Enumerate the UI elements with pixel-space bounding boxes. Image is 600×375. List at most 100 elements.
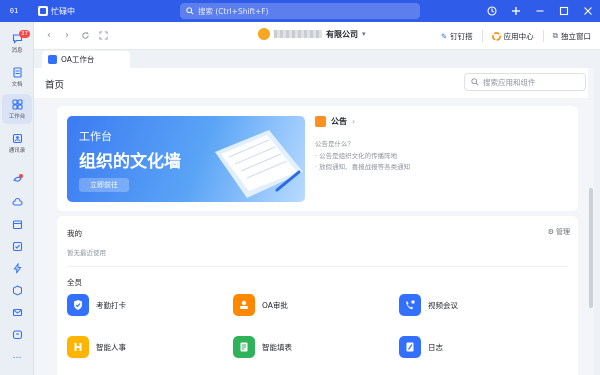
- divider: [542, 30, 544, 42]
- divider: [481, 30, 483, 42]
- detach-window-button[interactable]: ⧉ 独立窗口: [548, 27, 596, 45]
- global-search-placeholder: 搜索 (Ctrl+Shift+F): [198, 6, 269, 16]
- notice-title: 公告: [331, 117, 347, 126]
- divider: [67, 266, 568, 267]
- cloud-icon[interactable]: [11, 196, 23, 208]
- company-name: 有限公司: [326, 29, 358, 39]
- calendar-icon[interactable]: [11, 218, 23, 230]
- rail-item-contacts[interactable]: 通讯录: [2, 128, 32, 158]
- app-video-meeting[interactable]: 视频会议: [399, 294, 458, 316]
- maximize-icon[interactable]: [552, 0, 576, 22]
- refresh-icon[interactable]: [76, 27, 94, 45]
- status-label: 忙碌中: [51, 6, 75, 16]
- app-center-label: 应用中心: [503, 31, 534, 41]
- section-title-mine: 我的: [67, 229, 82, 238]
- app-label: 视频会议: [428, 300, 458, 310]
- app-oa-approval[interactable]: OA审批: [233, 294, 288, 316]
- manage-label: 管理: [556, 228, 570, 236]
- app-center-button[interactable]: 应用中心: [487, 27, 539, 45]
- page-title: 首页: [45, 80, 65, 91]
- more-icon[interactable]: …: [11, 350, 23, 362]
- empty-state: 暂无最近使用: [67, 249, 106, 257]
- unread-badge: 37: [19, 30, 30, 38]
- detach-label: 独立窗口: [561, 31, 591, 41]
- app-attendance[interactable]: 考勤打卡: [67, 294, 126, 316]
- dingdingzhao-button[interactable]: ✎ 钉钉搭: [436, 27, 478, 45]
- rail-label-docs: 文档: [11, 81, 23, 88]
- ding-icon[interactable]: [11, 174, 23, 186]
- add-icon[interactable]: [504, 0, 528, 22]
- apps-card: 我的 ⚙ 管理 暂无最近使用 全员 考勤打卡 OA审批 视频会议 智能人事 智能…: [57, 216, 578, 375]
- fullscreen-icon[interactable]: [94, 27, 112, 45]
- rail-item-workbench[interactable]: 工作台: [2, 94, 32, 124]
- app-label: 日志: [428, 342, 443, 352]
- box-icon[interactable]: [11, 328, 23, 340]
- dingdingzhao-label: 钉钉搭: [450, 31, 473, 41]
- lightning-icon[interactable]: [11, 262, 23, 274]
- oa-icon: [48, 55, 57, 64]
- app-search-placeholder: 搜索应用和组件: [483, 77, 536, 87]
- chevron-right-icon: ›: [352, 117, 356, 126]
- banner-card: 工作台 组织的文化墙 立即前往 公告 › 公告是什么？ · 公告是组织文化的传播…: [57, 106, 578, 211]
- settings-icon: ⚙: [547, 228, 554, 236]
- attendance-icon: [67, 294, 89, 316]
- account-badge[interactable]: 01: [4, 3, 24, 19]
- app-label: 智能人事: [96, 342, 126, 352]
- document-icon: [12, 66, 23, 78]
- company-switcher[interactable]: 有限公司 ▾: [258, 28, 366, 40]
- chevron-down-icon: ▾: [362, 30, 366, 38]
- tab-strip: OA工作台: [34, 50, 600, 68]
- app-smart-hr[interactable]: 智能人事: [67, 336, 126, 358]
- builder-icon: ✎: [440, 31, 448, 41]
- app-label: OA审批: [262, 300, 288, 310]
- video-call-icon: [399, 294, 421, 316]
- scrollbar[interactable]: [588, 68, 594, 375]
- megaphone-icon: [315, 116, 326, 127]
- notebook-illustration: [215, 130, 303, 198]
- search-icon: [471, 78, 479, 86]
- app-search-input[interactable]: 搜索应用和组件: [464, 73, 586, 91]
- rail-label-contacts: 通讯录: [8, 147, 26, 154]
- notice-line: · 放假通知、喜报战报等各类通知: [315, 163, 411, 171]
- app-smart-form[interactable]: 智能填表: [233, 336, 292, 358]
- browser-navbar: ‹ › 有限公司 ▾ ✎ 钉钉搭 应用中心 ⧉ 独立窗口: [34, 22, 600, 50]
- page-header: 首页 搜索应用和组件: [34, 68, 594, 98]
- back-icon[interactable]: ‹: [40, 27, 58, 45]
- culture-banner[interactable]: 工作台 组织的文化墙 立即前往: [67, 116, 305, 202]
- left-rail: 消息 37 文档 工作台 通讯录 …: [0, 22, 34, 375]
- banner-title: 组织的文化墙: [79, 152, 181, 172]
- global-search[interactable]: 搜索 (Ctrl+Shift+F): [180, 3, 420, 19]
- app-journal[interactable]: 日志: [399, 336, 443, 358]
- mail-icon[interactable]: [11, 306, 23, 318]
- main-content: 首页 搜索应用和组件 工作台 组织的文化墙 立即前往 公告 › 公告是什么？ ·…: [34, 68, 594, 375]
- workbench-icon: [11, 98, 23, 110]
- notice-line: 公告是什么？: [315, 140, 354, 148]
- tab-oa-workbench[interactable]: OA工作台: [42, 51, 130, 68]
- history-icon[interactable]: [480, 0, 504, 22]
- journal-icon: [399, 336, 421, 358]
- cube-icon[interactable]: [11, 284, 23, 296]
- app-label: 考勤打卡: [96, 300, 126, 310]
- scrollbar-thumb[interactable]: [589, 188, 593, 308]
- rail-item-messages[interactable]: 消息 37: [2, 28, 32, 58]
- forward-icon[interactable]: ›: [58, 27, 76, 45]
- minimize-icon[interactable]: [528, 0, 552, 22]
- notification-dot: [19, 174, 23, 178]
- manage-button[interactable]: ⚙ 管理: [548, 227, 570, 237]
- search-icon: [186, 7, 194, 15]
- contacts-icon: [12, 133, 23, 144]
- status-indicator[interactable]: 忙碌中: [38, 6, 75, 17]
- form-icon: [233, 336, 255, 358]
- todo-icon[interactable]: [11, 240, 23, 252]
- banner-subtitle: 工作台: [79, 130, 112, 143]
- company-logo: [258, 28, 270, 40]
- close-icon[interactable]: [576, 0, 600, 22]
- notice-line: · 公告是组织文化的传播阵地: [315, 152, 398, 160]
- notice-header[interactable]: 公告 ›: [315, 116, 355, 127]
- app-label: 智能填表: [262, 342, 292, 352]
- go-now-button[interactable]: 立即前往: [79, 178, 129, 192]
- rail-item-docs[interactable]: 文档: [2, 62, 32, 92]
- detach-icon: ⧉: [552, 31, 558, 40]
- approval-icon: [233, 294, 255, 316]
- section-title-all: 全员: [67, 278, 82, 287]
